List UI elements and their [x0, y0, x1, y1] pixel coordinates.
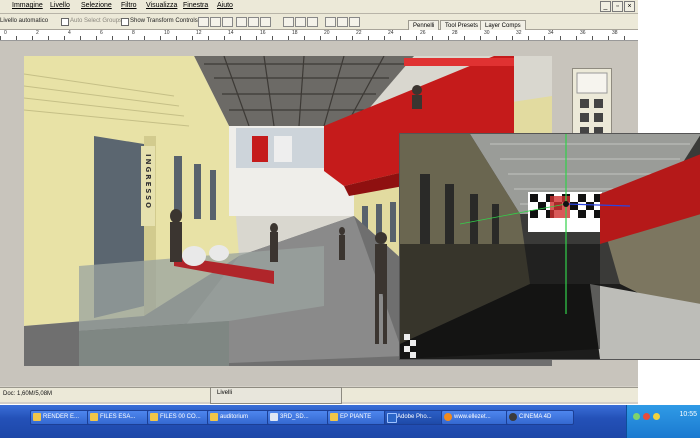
taskbar-button-label: CINEMA 4D [519, 414, 552, 420]
taskbar-button-label: auditorium [220, 414, 249, 420]
auto-select-groups-checkbox[interactable] [61, 18, 69, 26]
auto-select-layer-label[interactable]: Livello automatico [0, 18, 48, 24]
ruler-number: 32 [516, 30, 522, 36]
windows-taskbar: RENDER E... FILES ESA... FILES 00 CO... … [0, 405, 700, 438]
taskbar-button-files-00[interactable]: FILES 00 CO... [147, 410, 216, 425]
document-icon [270, 413, 278, 421]
ruler-number: 16 [260, 30, 266, 36]
taskbar-button-label: www.ellezet... [454, 414, 491, 420]
align-left-icon[interactable] [236, 17, 247, 27]
cinema4d-icon [509, 413, 517, 421]
security-icon[interactable] [643, 413, 650, 420]
distribute-left-icon[interactable] [325, 17, 336, 27]
align-bottom-icon[interactable] [222, 17, 233, 27]
options-bar: Livello automatico Auto Select Groups Sh… [0, 14, 638, 30]
taskbar-button-label: Adobe Pho... [397, 414, 432, 420]
volume-icon[interactable] [653, 413, 660, 420]
align-top-icon[interactable] [198, 17, 209, 27]
ruler-number: 24 [388, 30, 394, 36]
align-middle-icon[interactable] [210, 17, 221, 27]
ruler-number: 6 [100, 30, 103, 36]
taskbar-button-label: RENDER E... [43, 414, 80, 420]
auto-select-groups-label: Auto Select Groups [70, 18, 123, 24]
ruler-number: 22 [356, 30, 362, 36]
taskbar-button-label: FILES 00 CO... [160, 414, 201, 420]
show-transform-controls-label: Show Transform Controls [130, 18, 198, 24]
taskbar-button-browser[interactable]: www.ellezet... [441, 410, 515, 425]
menu-finestra[interactable]: Finestra [183, 2, 208, 9]
menu-immagine[interactable]: Immagine [12, 2, 43, 9]
menu-selezione[interactable]: Selezione [81, 2, 112, 9]
ruler-number: 26 [420, 30, 426, 36]
viewport-render [400, 134, 700, 359]
align-center-icon[interactable] [248, 17, 259, 27]
folder-icon [150, 413, 158, 421]
firefox-icon [444, 413, 452, 421]
ruler-number: 14 [228, 30, 234, 36]
ruler-number: 28 [452, 30, 458, 36]
show-transform-controls-checkbox[interactable] [121, 18, 129, 26]
taskbar-button-files-esa[interactable]: FILES ESA... [87, 410, 156, 425]
ruler-number: 12 [196, 30, 202, 36]
taskbar-button-label: FILES ESA... [100, 414, 136, 420]
clock[interactable]: 10:55 [679, 411, 697, 418]
minimize-button[interactable]: _ [600, 1, 611, 12]
network-icon[interactable] [633, 413, 640, 420]
ruler-number: 38 [612, 30, 618, 36]
ruler-number: 36 [580, 30, 586, 36]
system-tray: 10:55 [626, 405, 700, 438]
document-size: Doc: 1,60M/5,08M [3, 391, 53, 397]
horizontal-ruler: 0 2 4 6 8 10 12 14 16 18 20 22 24 26 28 … [0, 30, 638, 41]
align-right-icon[interactable] [260, 17, 271, 27]
distribute-top-icon[interactable] [283, 17, 294, 27]
layers-mini-panel[interactable]: Livelli [210, 387, 342, 404]
menu-filtro[interactable]: Filtro [121, 2, 137, 9]
menu-aiuto[interactable]: Aiuto [217, 2, 233, 9]
distribute-center-icon[interactable] [337, 17, 348, 27]
taskbar-button-label: 3RD_SD... [280, 414, 309, 420]
folder-icon [90, 413, 98, 421]
distribute-right-icon[interactable] [349, 17, 360, 27]
taskbar-button-label: EP PIANTE [340, 414, 372, 420]
distribute-bottom-icon[interactable] [307, 17, 318, 27]
distribute-middle-icon[interactable] [295, 17, 306, 27]
folder-icon [330, 413, 338, 421]
layers-mini-label: Livelli [217, 390, 233, 396]
ruler-number: 30 [484, 30, 490, 36]
ruler-number: 8 [132, 30, 135, 36]
taskbar-button-auditorium[interactable]: auditorium [207, 410, 276, 425]
photoshop-icon [387, 413, 397, 423]
ruler-number: 18 [292, 30, 298, 36]
ruler-number: 4 [68, 30, 71, 36]
ruler-number: 0 [4, 30, 7, 36]
close-button[interactable]: × [624, 1, 635, 12]
menu-visualizza[interactable]: Visualizza [146, 2, 177, 9]
viewport-preview[interactable] [399, 133, 700, 360]
entrance-sign: INGRESSO [144, 154, 152, 210]
taskbar-button-3rd-sd[interactable]: 3RD_SD... [267, 410, 336, 425]
menu-bar: Immagine Livello Selezione Filtro Visual… [0, 0, 638, 14]
folder-icon [210, 413, 218, 421]
ruler-number: 10 [164, 30, 170, 36]
ruler-number: 34 [548, 30, 554, 36]
folder-icon [33, 413, 41, 421]
restore-button[interactable]: ▫ [612, 1, 623, 12]
ruler-number: 20 [324, 30, 330, 36]
ruler-number: 2 [36, 30, 39, 36]
taskbar-button-cinema4d[interactable]: CINEMA 4D [506, 410, 574, 425]
menu-livello[interactable]: Livello [50, 2, 70, 9]
